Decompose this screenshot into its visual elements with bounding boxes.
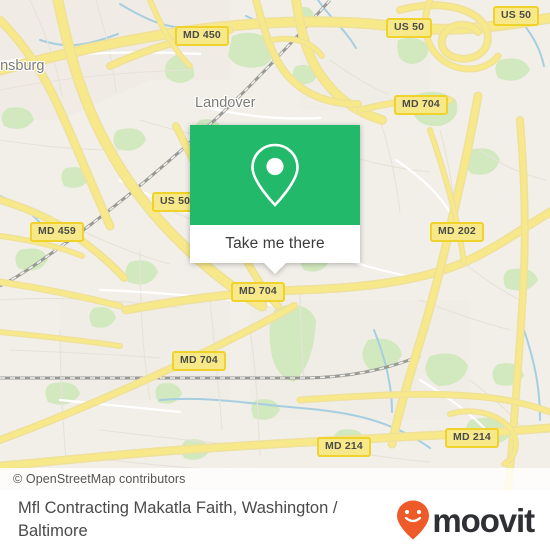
place-label: ensburg xyxy=(0,58,45,74)
road-shield: MD 214 xyxy=(317,437,371,457)
location-pin-icon xyxy=(251,143,299,207)
app-root: .rd { fill:none; stroke:#f7e98a; stroke-… xyxy=(0,0,550,550)
location-callout-card[interactable]: Take me there xyxy=(190,125,360,274)
road-shield: MD 704 xyxy=(231,282,285,302)
road-shield: US 50 xyxy=(493,6,540,26)
place-label: Landover xyxy=(195,95,256,111)
road-shield: MD 202 xyxy=(430,222,484,242)
moovit-logo[interactable]: moovit xyxy=(395,499,535,541)
road-shield: MD 450 xyxy=(175,26,229,46)
take-me-there-label: Take me there xyxy=(225,235,325,252)
moovit-wordmark: moovit xyxy=(432,501,535,539)
openstreetmap-attribution[interactable]: © OpenStreetMap contributors xyxy=(0,472,186,486)
callout-pin-area xyxy=(190,125,360,225)
take-me-there-button[interactable]: Take me there xyxy=(190,225,360,274)
map-canvas[interactable]: .rd { fill:none; stroke:#f7e98a; stroke-… xyxy=(0,0,550,490)
road-shield: MD 214 xyxy=(445,428,499,448)
road-shield: US 50 xyxy=(386,18,433,38)
place-title: Mfl Contracting Makatla Faith, Washingto… xyxy=(18,499,338,540)
moovit-pin-icon xyxy=(397,500,430,540)
callout-tail xyxy=(264,263,286,274)
map-attribution-bar: © OpenStreetMap contributors xyxy=(0,468,550,490)
footer-bar: Mfl Contracting Makatla Faith, Washingto… xyxy=(0,490,550,550)
road-shield: MD 704 xyxy=(394,95,448,115)
road-shield: MD 459 xyxy=(30,222,84,242)
road-shield: MD 704 xyxy=(172,351,226,371)
